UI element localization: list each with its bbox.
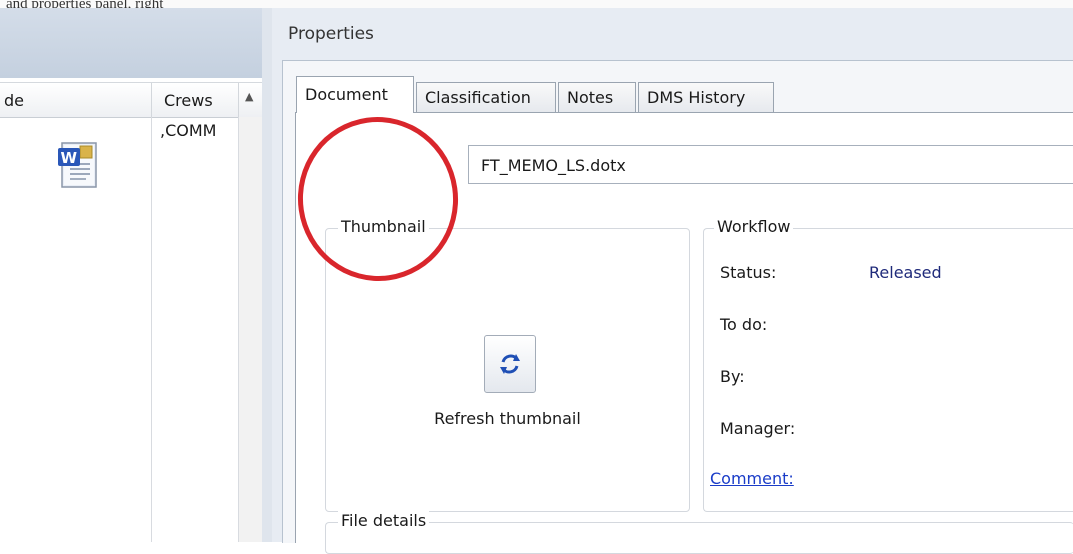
column-header-crews[interactable]: Crews — [164, 91, 213, 110]
column-separator[interactable] — [151, 83, 152, 117]
table-cell-crews[interactable]: ,COMM — [160, 121, 216, 140]
by-label: By: — [720, 367, 745, 386]
tab-dms-history[interactable]: DMS History — [638, 82, 774, 112]
left-pane: de Crews ▲ ,COMM — [0, 8, 262, 542]
comment-link[interactable]: Comment: — [710, 469, 794, 488]
manager-label: Manager: — [720, 419, 796, 438]
status-value: Released — [869, 263, 942, 282]
column-separator[interactable] — [238, 83, 239, 117]
left-pane-header — [0, 8, 262, 78]
top-caption: and properties panel, right — [0, 0, 1073, 8]
status-label: Status: — [720, 263, 777, 282]
grid-header: de Crews ▲ — [0, 82, 262, 118]
column-header-code[interactable]: de — [4, 91, 24, 110]
workflow-group: Workflow Status: Released To do: By: Man… — [703, 217, 1073, 512]
pane-splitter[interactable] — [262, 8, 272, 542]
refresh-thumbnail-label[interactable]: Refresh thumbnail — [326, 409, 689, 428]
workflow-legend: Workflow — [714, 217, 794, 236]
tab-notes[interactable]: Notes — [558, 82, 636, 112]
vertical-scrollbar[interactable] — [239, 117, 262, 542]
sort-up-icon[interactable]: ▲ — [245, 90, 253, 103]
properties-title: Properties — [288, 24, 374, 44]
todo-label: To do: — [720, 315, 768, 334]
file-details-legend: File details — [338, 511, 430, 530]
grid-body: ,COMM — [0, 117, 262, 542]
refresh-icon — [500, 354, 520, 374]
column-divider — [151, 117, 152, 542]
tab-document[interactable]: Document — [296, 76, 414, 113]
word-document-icon: W — [56, 140, 100, 190]
refresh-thumbnail-button[interactable] — [484, 335, 536, 393]
tab-classification[interactable]: Classification — [416, 82, 556, 112]
svg-text:W: W — [61, 149, 78, 167]
filename-field[interactable]: FT_MEMO_LS.dotx — [468, 145, 1073, 184]
file-details-group: File details — [325, 511, 1073, 554]
